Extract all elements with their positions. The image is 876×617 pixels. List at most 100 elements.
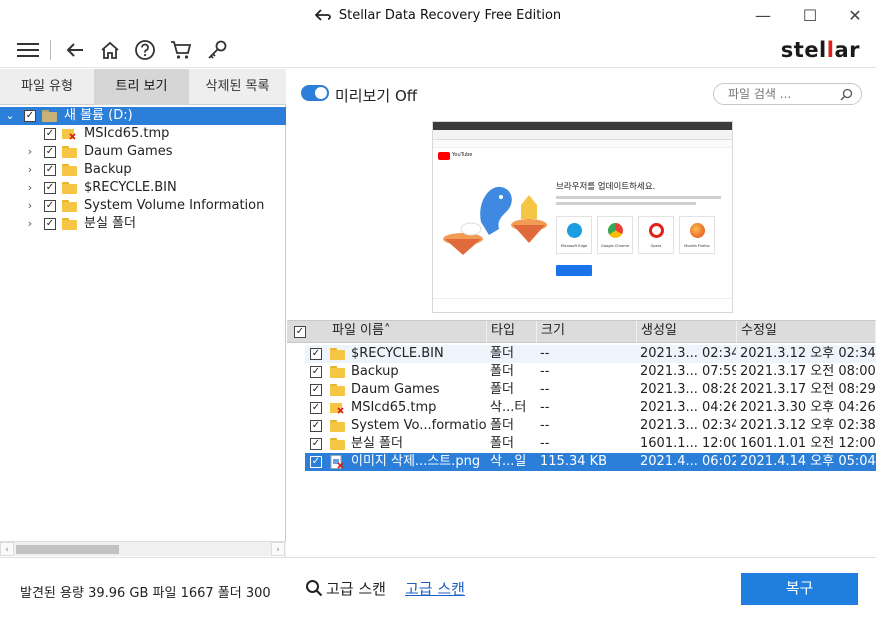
left-panel: 파일 유형 트리 보기 삭제된 목록 ⌄ ✓ 새 볼륨 (D:) ✓ MSIcd… [0, 69, 286, 557]
minimize-button[interactable]: — [740, 0, 786, 30]
recover-button[interactable]: 복구 [741, 573, 858, 605]
row-checkbox[interactable]: ✓ [310, 384, 322, 396]
folder-icon [62, 200, 77, 212]
file-search-box[interactable] [713, 83, 862, 105]
column-header-created[interactable]: 생성일 [637, 321, 737, 343]
folder-icon [62, 218, 77, 230]
maximize-button[interactable]: ☐ [787, 0, 833, 30]
scroll-left-icon[interactable]: ‹ [0, 542, 14, 556]
column-header-type[interactable]: 타입 [487, 321, 537, 343]
tab-tree-view[interactable]: 트리 보기 [94, 69, 189, 105]
table-row[interactable]: ✓ $RECYCLE.BIN 폴더 -- 2021.3... 02:34 202… [305, 345, 876, 363]
window-title: Stellar Data Recovery Free Edition [338, 8, 562, 23]
scrollbar-thumb[interactable] [16, 545, 119, 554]
expand-icon[interactable]: › [23, 179, 37, 197]
cell-size: -- [540, 418, 550, 433]
tree-item[interactable]: › ✓ Backup [0, 161, 286, 179]
edge-logo-icon [567, 223, 582, 238]
minimize-icon: — [755, 5, 771, 25]
search-icon [306, 580, 323, 597]
tree-item[interactable]: ✓ MSIcd65.tmp [0, 125, 286, 143]
home-icon[interactable] [98, 38, 122, 62]
row-checkbox[interactable]: ✓ [310, 420, 322, 432]
youtube-logo-icon [438, 152, 450, 160]
cell-size: 115.34 KB [540, 454, 608, 469]
thumb-address-bar [433, 130, 732, 140]
column-header-modified[interactable]: 수정일 [737, 321, 876, 343]
tree-horizontal-scrollbar[interactable]: ‹ › [0, 541, 286, 556]
tree-item[interactable]: › ✓ Daum Games [0, 143, 286, 161]
cell-type: 폴더 [490, 418, 514, 433]
tree-item-checkbox[interactable]: ✓ [44, 218, 56, 230]
tree-item-label: Backup [84, 162, 132, 177]
table-row[interactable]: ✓ MSIcd65.tmp 삭...터 -- 2021.3... 04:26 2… [305, 399, 876, 417]
menu-icon[interactable] [16, 38, 40, 62]
key-icon[interactable] [205, 38, 229, 62]
tree-item[interactable]: › ✓ 분실 폴더 [0, 215, 286, 233]
row-checkbox[interactable]: ✓ [310, 366, 322, 378]
cell-size: -- [540, 346, 550, 361]
firefox-logo-icon [690, 223, 705, 238]
tree-item-checkbox[interactable]: ✓ [44, 182, 56, 194]
folder-tree: ⌄ ✓ 새 볼륨 (D:) ✓ MSIcd65.tmp › ✓ Daum Gam… [0, 107, 286, 233]
file-search-input[interactable] [728, 86, 838, 102]
folder-icon [330, 420, 345, 432]
cell-created: 2021.3... 08:28 [640, 382, 736, 397]
tree-item[interactable]: › ✓ $RECYCLE.BIN [0, 179, 286, 197]
tree-item-checkbox[interactable]: ✓ [44, 128, 56, 140]
expand-icon[interactable]: › [23, 197, 37, 215]
cell-created: 2021.4... 06:02 [640, 454, 736, 469]
table-row[interactable]: ✓ 분실 폴더 폴더 -- 1601.1... 12:00 1601.1.01 … [305, 435, 876, 453]
expand-icon[interactable]: › [23, 215, 37, 233]
preview-toggle[interactable] [301, 85, 329, 101]
advanced-scan-label: 고급 스캔 [305, 578, 386, 599]
tab-deleted-list[interactable]: 삭제된 목록 [189, 69, 286, 105]
tab-file-type[interactable]: 파일 유형 [0, 69, 94, 105]
table-header: ✓ 파일 이름˄ 타입 크기 생성일 수정일 [287, 321, 876, 343]
cell-type: 삭...일 [490, 454, 527, 469]
tree-item[interactable]: › ✓ System Volume Information [0, 197, 286, 215]
tree-root[interactable]: ⌄ ✓ 새 볼륨 (D:) [0, 107, 286, 125]
sort-asc-icon: ˄ [383, 323, 391, 338]
right-panel: 미리보기 Off YouTube 브라우저를 업데이트하세요. Mic [287, 69, 876, 557]
cell-modified: 2021.3.12 오후 02:34 [740, 346, 876, 361]
cart-icon[interactable] [169, 38, 193, 62]
select-all-checkbox[interactable]: ✓ [294, 326, 306, 338]
cell-type: 삭...터 [490, 400, 527, 415]
expand-icon[interactable]: › [23, 161, 37, 179]
expand-icon[interactable]: › [23, 143, 37, 161]
browser-card-edge: Microsoft Edge [556, 216, 592, 254]
search-icon[interactable] [840, 88, 853, 101]
column-header-name[interactable]: 파일 이름˄ [328, 321, 487, 343]
cell-name: System Vo...formation [351, 418, 487, 433]
tree-item-checkbox[interactable]: ✓ [44, 164, 56, 176]
scroll-right-icon[interactable]: › [271, 542, 285, 556]
row-checkbox[interactable]: ✓ [310, 348, 322, 360]
table-row[interactable]: ✓ Daum Games 폴더 -- 2021.3... 08:28 2021.… [305, 381, 876, 399]
tree-item-checkbox[interactable]: ✓ [44, 200, 56, 212]
tree-root-checkbox[interactable]: ✓ [24, 110, 36, 122]
row-checkbox[interactable]: ✓ [310, 438, 322, 450]
view-tabs: 파일 유형 트리 보기 삭제된 목록 [0, 69, 286, 105]
app-icon [314, 9, 331, 25]
back-arrow-icon[interactable] [63, 38, 87, 62]
row-checkbox[interactable]: ✓ [310, 402, 322, 414]
column-header-size[interactable]: 크기 [537, 321, 637, 343]
folder-icon [330, 366, 345, 378]
deleted-image-file-icon [330, 455, 345, 469]
preview-toggle-label: 미리보기 Off [335, 87, 418, 105]
drive-folder-icon [42, 110, 57, 122]
table-row[interactable]: ✓ System Vo...formation 폴더 -- 2021.3... … [305, 417, 876, 435]
collapse-icon[interactable]: ⌄ [3, 107, 17, 125]
row-checkbox[interactable]: ✓ [310, 456, 322, 468]
advanced-scan-link[interactable]: 고급 스캔 [405, 578, 465, 599]
table-row-selected[interactable]: ✓ 이미지 삭제...스트.png 삭...일 115.34 KB 2021.4… [305, 453, 876, 471]
thumb-browser-titlebar [433, 122, 732, 130]
help-icon[interactable] [133, 38, 157, 62]
table-row[interactable]: ✓ Backup 폴더 -- 2021.3... 07:59 2021.3.17… [305, 363, 876, 381]
chrome-logo-icon [608, 223, 623, 238]
found-summary: 발견된 용량 39.96 GB 파일 1667 폴더 300 [20, 586, 271, 601]
cell-created: 2021.3... 07:59 [640, 364, 736, 379]
tree-item-checkbox[interactable]: ✓ [44, 146, 56, 158]
close-button[interactable]: ✕ [832, 0, 876, 30]
